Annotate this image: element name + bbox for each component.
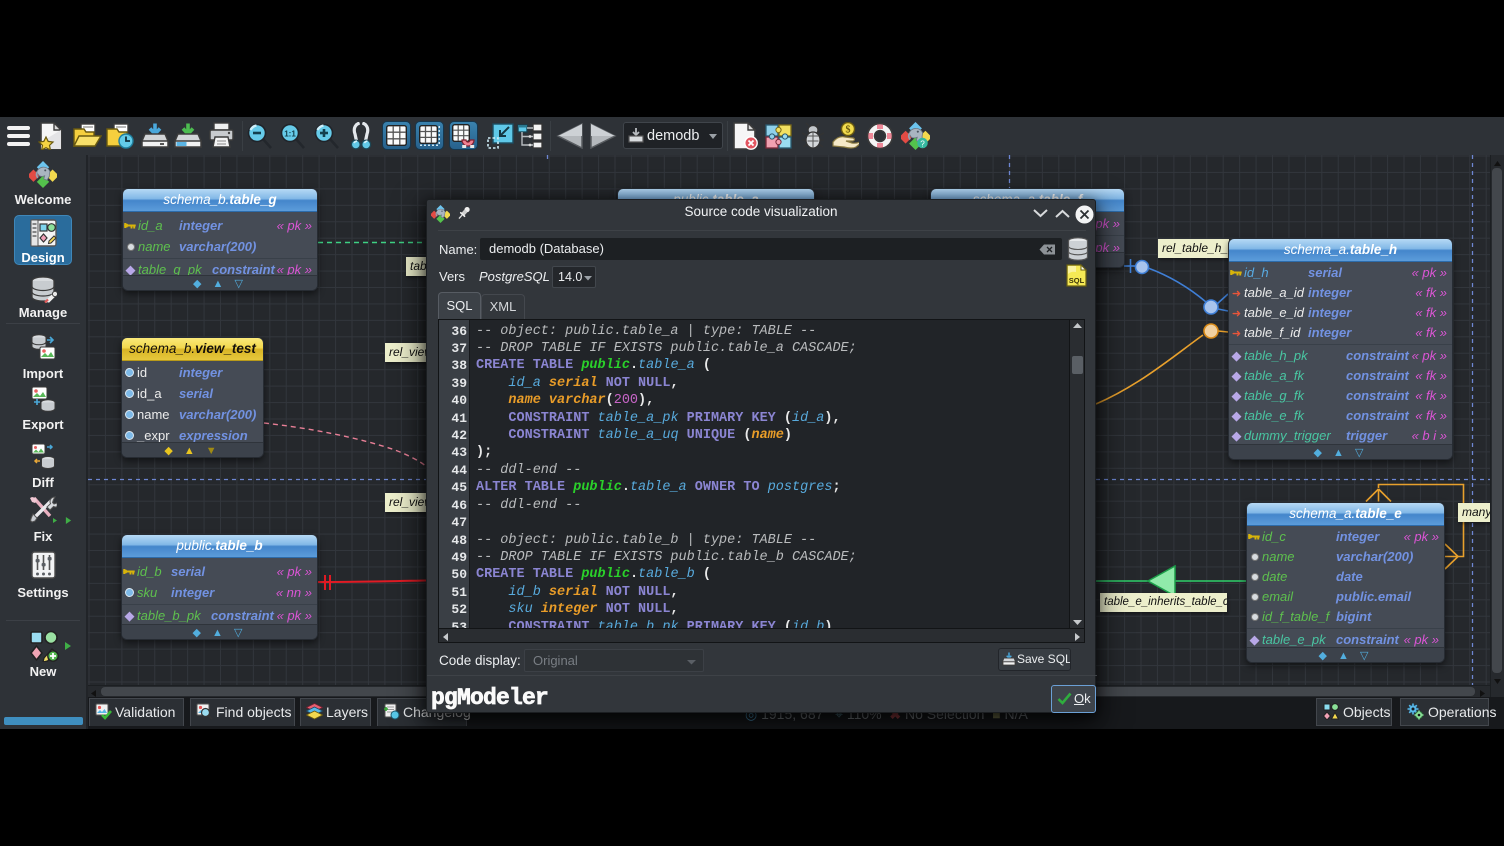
svg-text:?: ? [920,140,925,149]
svg-text:pgModeler: pgModeler [431,685,548,711]
svg-text:1:1: 1:1 [284,129,296,138]
svg-text:$: $ [846,125,851,136]
svg-text:SQL: SQL [1069,276,1085,285]
